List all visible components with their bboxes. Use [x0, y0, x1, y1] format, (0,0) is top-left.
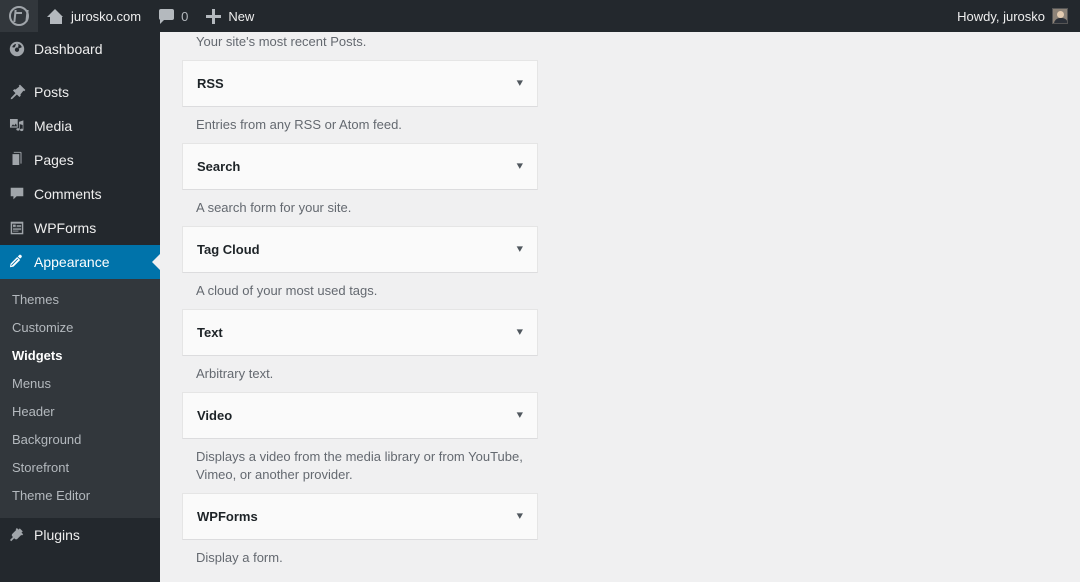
chevron-down-icon[interactable]: ▾ [517, 327, 523, 338]
comments-count: 0 [181, 8, 189, 24]
widget-card-text[interactable]: Text ▾ [182, 309, 538, 356]
comment-bubble-icon [159, 9, 175, 24]
media-icon [0, 117, 34, 135]
widget-card-rss[interactable]: RSS ▾ [182, 60, 538, 107]
avatar [1052, 8, 1068, 24]
admin-sidebar-menu: Dashboard Posts Media Pages Comments WPF… [0, 32, 160, 582]
widget-title: Search [197, 159, 241, 174]
plugins-icon [0, 526, 34, 544]
widget-description-recent-posts: Your site's most recent Posts. [196, 34, 367, 49]
widget-title: RSS [197, 76, 224, 91]
sidebar-item-label: Media [34, 118, 73, 134]
submenu-item-storefront[interactable]: Storefront [0, 454, 160, 482]
submenu-item-header[interactable]: Header [0, 398, 160, 426]
submenu-item-background[interactable]: Background [0, 426, 160, 454]
pin-icon [0, 83, 34, 101]
sidebar-item-label: Pages [34, 152, 74, 168]
appearance-icon [0, 253, 34, 271]
widget-title: Text [197, 325, 223, 340]
plus-icon [206, 8, 222, 24]
widget-description-wpforms: Display a form. [196, 550, 283, 565]
submenu-item-theme-editor[interactable]: Theme Editor [0, 482, 160, 510]
submenu-item-customize[interactable]: Customize [0, 314, 160, 342]
sidebar-item-label: Posts [34, 84, 70, 100]
wordpress-logo-icon [9, 6, 29, 26]
widget-card-search[interactable]: Search ▾ [182, 143, 538, 190]
widget-description-tag-cloud: A cloud of your most used tags. [196, 283, 378, 298]
sidebar-separator [0, 66, 160, 75]
widget-description-video: Displays a video from the media library … [196, 449, 523, 482]
main-content-area: Your site's most recent Posts. RSS ▾ Ent… [160, 32, 1080, 582]
chevron-down-icon[interactable]: ▾ [517, 410, 523, 421]
sidebar-item-label: Comments [34, 186, 102, 202]
sidebar-item-label: WPForms [34, 220, 97, 236]
comments-menu[interactable]: 0 [150, 0, 197, 32]
submenu-item-menus[interactable]: Menus [0, 370, 160, 398]
widget-card-wpforms[interactable]: WPForms ▾ [182, 493, 538, 540]
sidebar-item-dashboard[interactable]: Dashboard [0, 32, 160, 66]
sidebar-item-comments[interactable]: Comments [0, 177, 160, 211]
chevron-down-icon[interactable]: ▾ [517, 511, 523, 522]
my-account-menu[interactable]: Howdy, jurosko [948, 0, 1080, 32]
howdy-label: Howdy, jurosko [957, 8, 1045, 24]
submenu-item-widgets[interactable]: Widgets [0, 342, 160, 370]
sidebar-item-pages[interactable]: Pages [0, 143, 160, 177]
sidebar-item-label: Appearance [34, 254, 110, 270]
widget-card-video[interactable]: Video ▾ [182, 392, 538, 439]
dashboard-icon [0, 40, 34, 58]
sidebar-item-label: Plugins [34, 527, 80, 543]
chevron-down-icon[interactable]: ▾ [517, 78, 523, 89]
widget-description-text: Arbitrary text. [196, 366, 274, 381]
sidebar-item-plugins[interactable]: Plugins [0, 518, 160, 552]
new-content-menu[interactable]: New [197, 0, 263, 32]
admin-bar: jurosko.com 0 New Howdy, jurosko [0, 0, 1080, 32]
chevron-down-icon[interactable]: ▾ [517, 244, 523, 255]
sidebar-item-appearance[interactable]: Appearance [0, 245, 160, 279]
wp-logo-menu[interactable] [0, 0, 38, 32]
widget-description-search: A search form for your site. [196, 200, 352, 215]
available-widgets-list: Your site's most recent Posts. RSS ▾ Ent… [182, 32, 538, 576]
widget-title: Video [197, 408, 233, 423]
sidebar-item-posts[interactable]: Posts [0, 75, 160, 109]
sidebar-item-label: Dashboard [34, 41, 103, 57]
site-name-label: jurosko.com [71, 8, 142, 24]
widget-description-rss: Entries from any RSS or Atom feed. [196, 117, 402, 132]
widget-title: Tag Cloud [197, 242, 260, 257]
sidebar-item-wpforms[interactable]: WPForms [0, 211, 160, 245]
new-label: New [228, 8, 255, 24]
wpforms-icon [0, 219, 34, 237]
site-name-menu[interactable]: jurosko.com [38, 0, 150, 32]
appearance-submenu: Themes Customize Widgets Menus Header Ba… [0, 279, 160, 518]
comment-icon [0, 185, 34, 203]
sidebar-item-media[interactable]: Media [0, 109, 160, 143]
pages-icon [0, 151, 34, 169]
home-icon [47, 8, 64, 24]
submenu-item-themes[interactable]: Themes [0, 286, 160, 314]
widget-card-tag-cloud[interactable]: Tag Cloud ▾ [182, 226, 538, 273]
chevron-down-icon[interactable]: ▾ [517, 161, 523, 172]
widget-title: WPForms [197, 509, 258, 524]
